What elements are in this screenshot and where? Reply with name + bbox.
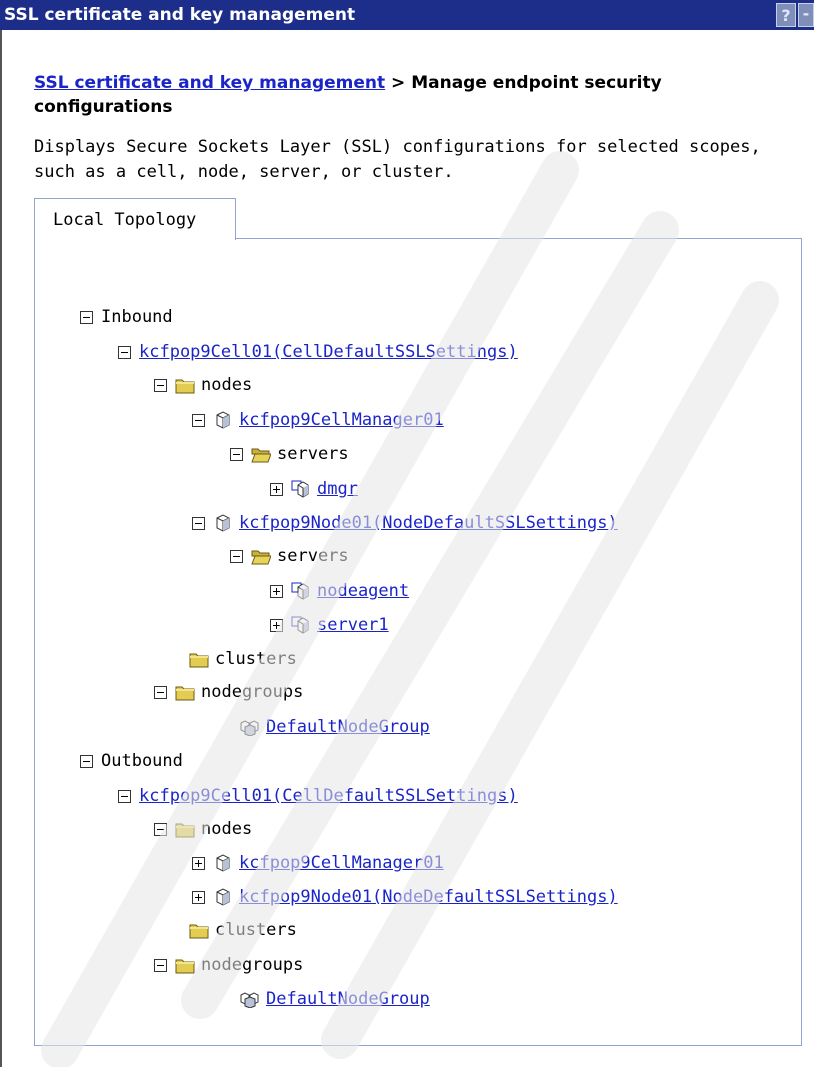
tree-label-nodes: nodes bbox=[201, 819, 253, 839]
dmgr-link[interactable]: dmgr bbox=[317, 479, 358, 499]
tree-label-inbound: Inbound bbox=[101, 307, 173, 327]
folder-icon bbox=[175, 683, 195, 701]
tree-node-inbound-servers-1: servers bbox=[230, 442, 349, 466]
tree-node-outbound-node01: kcfpop9Node01(NodeDefaultSSLSettings) bbox=[192, 885, 618, 909]
tree-label-servers: servers bbox=[277, 546, 349, 566]
open-folder-icon bbox=[251, 445, 271, 463]
tree-node-outbound-nodegroups: nodegroups bbox=[154, 953, 303, 977]
folder-icon bbox=[175, 956, 195, 974]
window-titlebar: SSL certificate and key management ? - bbox=[0, 0, 814, 30]
outbound-node01-link[interactable]: kcfpop9Node01(NodeDefaultSSLSettings) bbox=[239, 887, 618, 907]
help-button[interactable]: ? bbox=[776, 3, 796, 27]
collapse-toggle-icon[interactable] bbox=[154, 685, 167, 699]
server-icon bbox=[291, 480, 311, 498]
tree-node-inbound-clusters: clusters bbox=[189, 647, 297, 671]
inbound-cell-link[interactable]: kcfpop9Cell01(CellDefaultSSLSettings) bbox=[139, 342, 518, 362]
server1-link[interactable]: server1 bbox=[317, 615, 389, 635]
outbound-defaultnodegroup-link[interactable]: DefaultNodeGroup bbox=[266, 989, 430, 1009]
outbound-cell-link[interactable]: kcfpop9Cell01(CellDefaultSSLSettings) bbox=[139, 786, 518, 806]
nodeagent-link[interactable]: nodeagent bbox=[317, 581, 409, 601]
collapse-toggle-icon[interactable] bbox=[192, 516, 205, 530]
tree-label-nodes: nodes bbox=[201, 375, 253, 395]
tree-node-outbound-cell: kcfpop9Cell01(CellDefaultSSLSettings) bbox=[118, 784, 518, 808]
open-folder-icon bbox=[251, 547, 271, 565]
tree-label-nodegroups: nodegroups bbox=[201, 955, 304, 975]
collapse-toggle-icon[interactable] bbox=[80, 754, 93, 768]
collapse-toggle-icon[interactable] bbox=[230, 447, 243, 461]
breadcrumb-separator: > bbox=[391, 73, 406, 93]
tree-node-inbound-nodeagent: nodeagent bbox=[270, 579, 409, 603]
tree-node-inbound-nodes: nodes bbox=[154, 373, 252, 397]
tree-node-outbound: Outbound bbox=[80, 749, 183, 773]
tree-node-inbound-cellmanager: kcfpop9CellManager01 bbox=[192, 408, 444, 432]
expand-toggle-icon[interactable] bbox=[270, 618, 283, 632]
collapse-toggle-icon[interactable] bbox=[118, 789, 131, 803]
collapse-toggle-icon[interactable] bbox=[230, 549, 243, 563]
collapse-toggle-icon[interactable] bbox=[154, 378, 167, 392]
expand-toggle-icon[interactable] bbox=[192, 856, 205, 870]
tree-node-outbound-clusters: clusters bbox=[189, 918, 297, 942]
tree-node-outbound-defaultnodegroup: DefaultNodeGroup bbox=[240, 987, 430, 1011]
node-cube-icon bbox=[213, 514, 233, 532]
window-title: SSL certificate and key management bbox=[4, 5, 356, 25]
collapse-toggle-icon[interactable] bbox=[154, 822, 167, 836]
node-cube-icon bbox=[213, 854, 233, 872]
tree-node-inbound-dmgr: dmgr bbox=[270, 477, 358, 501]
breadcrumb: SSL certificate and key management > Man… bbox=[34, 71, 804, 119]
inbound-defaultnodegroup-link[interactable]: DefaultNodeGroup bbox=[266, 717, 430, 737]
tree-node-inbound-server1: server1 bbox=[270, 613, 389, 637]
expand-toggle-icon[interactable] bbox=[270, 482, 283, 496]
node-group-icon bbox=[240, 718, 260, 736]
tree-node-outbound-nodes: nodes bbox=[154, 817, 252, 841]
tree-node-inbound: Inbound bbox=[80, 305, 173, 329]
tree-node-inbound-nodegroups: nodegroups bbox=[154, 680, 303, 704]
inbound-node01-link[interactable]: kcfpop9Node01(NodeDefaultSSLSettings) bbox=[239, 513, 618, 533]
tree-label-clusters: clusters bbox=[215, 920, 297, 940]
folder-icon bbox=[175, 820, 195, 838]
tree-node-inbound-node01: kcfpop9Node01(NodeDefaultSSLSettings) bbox=[192, 511, 618, 535]
node-group-icon bbox=[240, 990, 260, 1008]
folder-icon bbox=[175, 376, 195, 394]
expand-toggle-icon[interactable] bbox=[192, 890, 205, 904]
tree-label-nodegroups: nodegroups bbox=[201, 682, 304, 702]
collapse-toggle-icon[interactable] bbox=[154, 958, 167, 972]
inbound-cellmanager-link[interactable]: kcfpop9CellManager01 bbox=[239, 410, 444, 430]
expand-toggle-icon[interactable] bbox=[270, 584, 283, 598]
node-cube-icon bbox=[213, 411, 233, 429]
node-cube-icon bbox=[213, 888, 233, 906]
tree-label-servers: servers bbox=[277, 444, 349, 464]
collapse-toggle-icon[interactable] bbox=[118, 345, 131, 359]
collapse-toggle-icon[interactable] bbox=[80, 310, 93, 324]
breadcrumb-link-ssl-management[interactable]: SSL certificate and key management bbox=[34, 73, 385, 93]
tree-label-clusters: clusters bbox=[215, 649, 297, 669]
folder-icon bbox=[189, 650, 209, 668]
folder-icon bbox=[189, 921, 209, 939]
tree-node-inbound-cell: kcfpop9Cell01(CellDefaultSSLSettings) bbox=[118, 340, 518, 364]
tree-node-inbound-defaultnodegroup: DefaultNodeGroup bbox=[240, 715, 430, 739]
minimize-button[interactable]: - bbox=[798, 3, 814, 27]
page-description: Displays Secure Sockets Layer (SSL) conf… bbox=[34, 137, 761, 182]
tree-label-outbound: Outbound bbox=[101, 751, 183, 771]
tree-node-outbound-cellmanager: kcfpop9CellManager01 bbox=[192, 851, 444, 875]
outbound-cellmanager-link[interactable]: kcfpop9CellManager01 bbox=[239, 853, 444, 873]
collapse-toggle-icon[interactable] bbox=[192, 413, 205, 427]
server-icon bbox=[291, 616, 311, 634]
tree-node-inbound-servers-2: servers bbox=[230, 544, 349, 568]
tab-local-topology[interactable]: Local Topology bbox=[34, 198, 236, 240]
server-icon bbox=[291, 582, 311, 600]
